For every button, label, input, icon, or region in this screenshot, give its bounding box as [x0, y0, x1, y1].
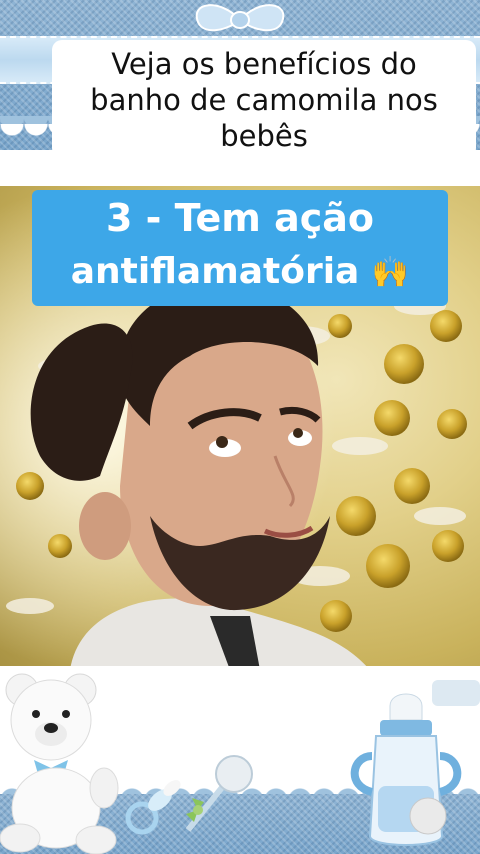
teddy-bear-icon: [0, 673, 119, 854]
headline-line-1: 3 - Tem ação: [105, 196, 375, 240]
headline-line-2: antiflamatória 🙌: [32, 248, 448, 297]
bow-icon: [195, 4, 285, 32]
raised-hands-icon: 🙌: [371, 255, 410, 290]
top-banner: Veja os benefícios do banho de camomila …: [0, 0, 480, 190]
rattle-icon: [185, 755, 253, 832]
title-line-3: bebês: [220, 119, 308, 153]
title-line-1: Veja os benefícios do: [111, 47, 417, 81]
baby-bottle-icon: [350, 680, 480, 846]
headline-banner: 3 - Tem ação antiflamatória 🙌: [32, 190, 448, 306]
title-caption: Veja os benefícios do banho de camomila …: [52, 40, 476, 158]
video-frame: Veja os benefícios do banho de camomila …: [0, 0, 480, 854]
headline-line-2-text: antiflamatória: [70, 251, 360, 292]
title-line-2: banho de camomila nos: [90, 83, 438, 117]
